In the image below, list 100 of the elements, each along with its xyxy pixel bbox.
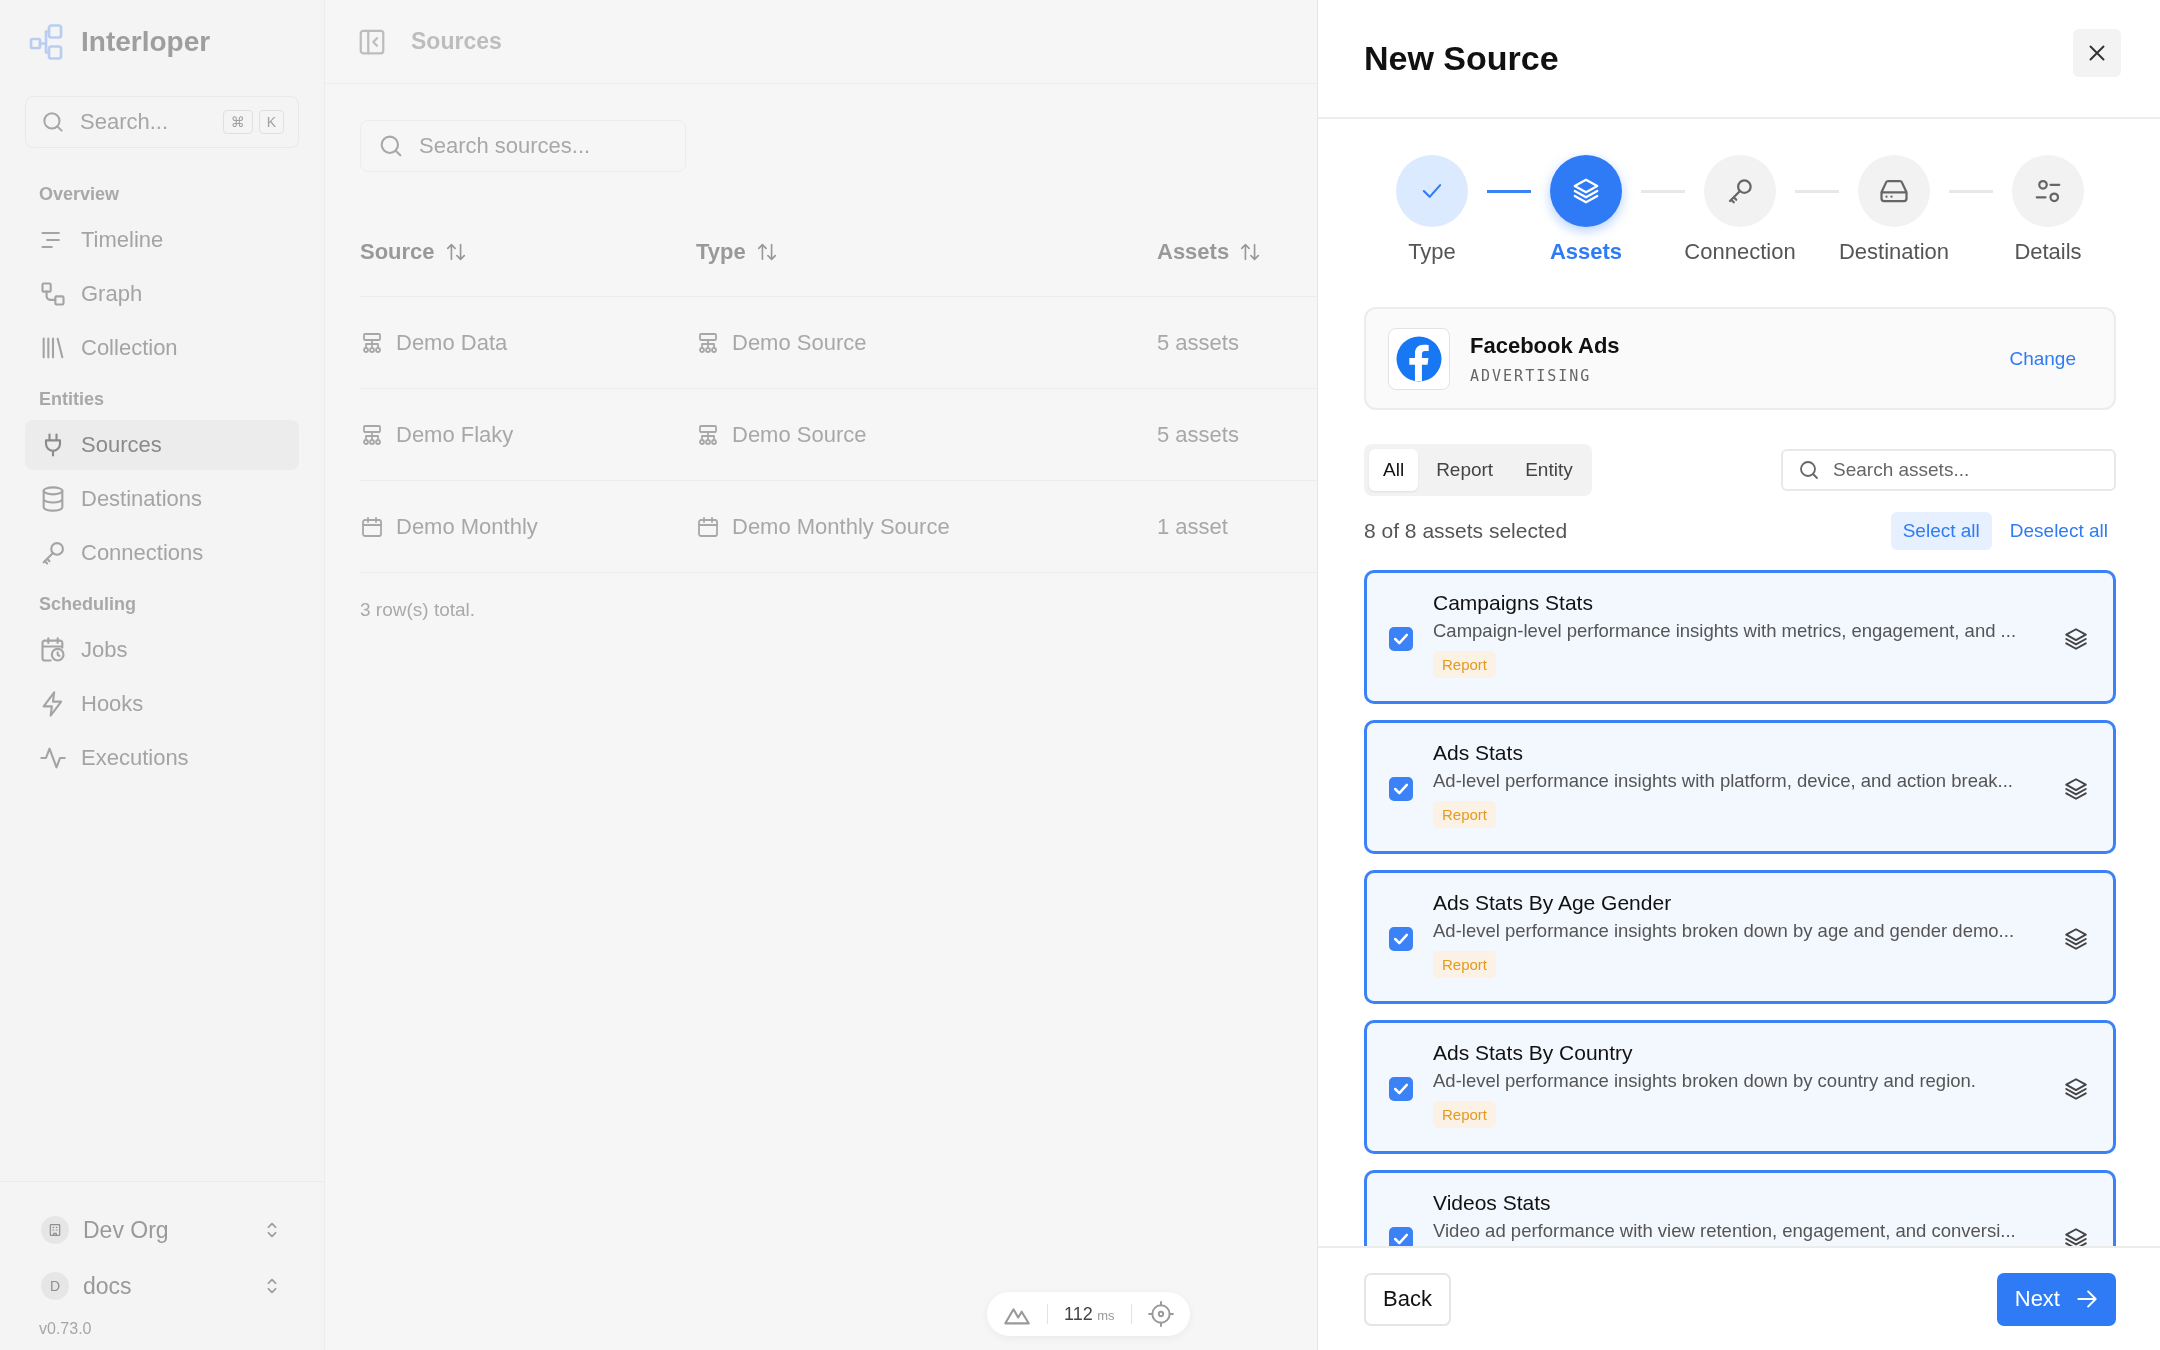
sort-icon [1239, 241, 1262, 263]
asset-description: Campaign-level performance insights with metrics, engagement, and ... [1433, 620, 2017, 642]
app-name: Interloper [81, 26, 211, 58]
search-icon [40, 109, 66, 135]
asset-description: Ad-level performance insights broken down by age and gender demo... [1433, 920, 2015, 942]
checkbox[interactable] [1389, 1227, 1413, 1246]
checkbox[interactable] [1389, 777, 1413, 801]
org-switcher[interactable]: Dev Org [25, 1202, 299, 1258]
building-icon [47, 1222, 63, 1238]
asset-card[interactable]: Campaigns Stats Campaign-level performance insights with metrics, engagement, and ... Report [1364, 570, 2116, 704]
section-label: Scheduling [38, 593, 137, 616]
asset-card[interactable]: Ads Stats By Country Ad-level performance insights broken down by country and region. Report [1364, 1020, 2116, 1154]
table-cell: Demo Monthly Source [732, 513, 950, 540]
sidebar-item[interactable]: Executions [25, 733, 299, 783]
search-field[interactable]: Search sources... [360, 120, 686, 172]
calendar-icon [360, 514, 384, 539]
sidebar-item[interactable]: Collection [25, 323, 299, 373]
asset-name: Campaigns Stats [1433, 591, 1593, 615]
table-cell: 1 asset [1157, 513, 1228, 540]
filter-tab[interactable]: Report [1422, 449, 1508, 491]
sidebar-item[interactable]: Timeline [25, 215, 299, 265]
type-tag: Report [1433, 801, 1497, 828]
close-button[interactable] [2073, 28, 2121, 77]
sidebar-item[interactable]: Destinations [25, 474, 299, 524]
step-label: Assets [1549, 239, 1623, 265]
filter-tab[interactable]: All [1369, 449, 1419, 491]
layers-icon [2063, 1226, 2089, 1246]
shortcut-key: ⌘ [222, 110, 253, 134]
next-button[interactable]: Next [1996, 1272, 2116, 1326]
shortcut-key: K [258, 110, 284, 134]
type-tag: Report [1433, 951, 1497, 978]
table-cell: Demo Flaky [396, 421, 514, 448]
sidebar-item[interactable]: Hooks [25, 679, 299, 729]
sidebar-item[interactable]: Graph [25, 269, 299, 319]
asset-card[interactable]: Ads Stats By Age Gender Ad-level performance insights broken down by age and gender demo... Report [1364, 870, 2116, 1004]
calendar-clock-icon [39, 636, 67, 664]
table-cell: Demo Source [732, 421, 867, 448]
squares-icon [39, 280, 67, 308]
change-link[interactable]: Change [2009, 347, 2076, 370]
checkbox[interactable] [1389, 927, 1413, 951]
checkbox[interactable] [1389, 627, 1413, 651]
avatar-letter: D [41, 1272, 69, 1300]
asset-name: Ads Stats By Age Gender [1433, 891, 1672, 915]
hierarchy-icon [360, 330, 384, 355]
asset-name: Ads Stats By Country [1433, 1041, 1633, 1065]
search-field[interactable]: Search... ⌘ K [25, 96, 299, 148]
org-switcher[interactable]: D docs [25, 1258, 299, 1314]
asset-card[interactable]: Ads Stats Ad-level performance insights with platform, device, and action break... Report [1364, 720, 2116, 854]
sort-icon [755, 241, 778, 263]
deselect-all-button[interactable]: Deselect all [2009, 520, 2108, 542]
layers-icon [2063, 626, 2089, 652]
selection-summary: 8 of 8 assets selected [1364, 519, 1568, 543]
source-category: ADVERTISING [1470, 366, 1593, 385]
type-tag: Report [1433, 651, 1497, 678]
asset-description: Video ad performance with view retention, engagement, and conversi... [1433, 1220, 2016, 1242]
column-header[interactable]: Type [696, 239, 1157, 265]
back-button[interactable]: Back [1364, 1272, 1451, 1326]
step-label: Destination [1838, 239, 1950, 265]
table-cell: Demo Source [732, 329, 867, 356]
hierarchy-icon [360, 422, 384, 447]
version-label: v0.73.0 [38, 1319, 93, 1338]
checkbox[interactable] [1389, 1077, 1413, 1101]
drawer-title: New Source [1364, 39, 1559, 78]
sidebar-item[interactable]: Connections [25, 528, 299, 578]
table-cell: Demo Monthly [396, 513, 538, 540]
sidebar-item[interactable]: Sources [25, 420, 299, 470]
select-all-button[interactable]: Select all [1890, 512, 1992, 550]
step-indicator[interactable] [1550, 155, 1622, 227]
step-label: Connection [1684, 239, 1796, 265]
column-header[interactable]: Assets [1157, 239, 1317, 265]
facebook-logo-icon [1388, 327, 1450, 390]
timing-value: 112 ms [1064, 1303, 1115, 1325]
asset-card[interactable]: Videos Stats Video ad performance with view retention, engagement, and conversi... [1364, 1170, 2116, 1246]
section-label: Overview [38, 183, 121, 206]
sidebar-item[interactable]: Jobs [25, 625, 299, 675]
hierarchy-icon [696, 422, 720, 447]
layers-icon [1571, 176, 1601, 206]
sort-icon [444, 241, 467, 263]
page-title: Sources [411, 28, 502, 55]
search-field[interactable]: Search assets... [1781, 449, 2116, 491]
filter-tab[interactable]: Entity [1511, 449, 1587, 491]
layers-icon [2063, 776, 2089, 802]
layers-icon [2063, 1076, 2089, 1102]
step-connector [1487, 190, 1531, 193]
row-count: 3 row(s) total. [360, 599, 477, 621]
asset-name: Ads Stats [1433, 741, 1523, 765]
section-label: Entities [38, 388, 105, 411]
source-name: Facebook Ads [1470, 332, 1621, 359]
step-label: Type [1408, 239, 1456, 265]
crosshair-icon [1147, 1301, 1174, 1327]
search-icon [1797, 458, 1821, 482]
table-cell: 5 assets [1157, 329, 1239, 356]
layers-icon [2063, 926, 2089, 952]
column-header[interactable]: Source [360, 239, 696, 265]
asset-description: Ad-level performance insights broken down by country and region. [1433, 1070, 1976, 1092]
asset-description: Ad-level performance insights with platform, device, and action break... [1433, 770, 2013, 792]
calendar-icon [696, 514, 720, 539]
table-cell: 5 assets [1157, 421, 1239, 448]
table-cell: Demo Data [396, 329, 508, 356]
hierarchy-icon [696, 330, 720, 355]
